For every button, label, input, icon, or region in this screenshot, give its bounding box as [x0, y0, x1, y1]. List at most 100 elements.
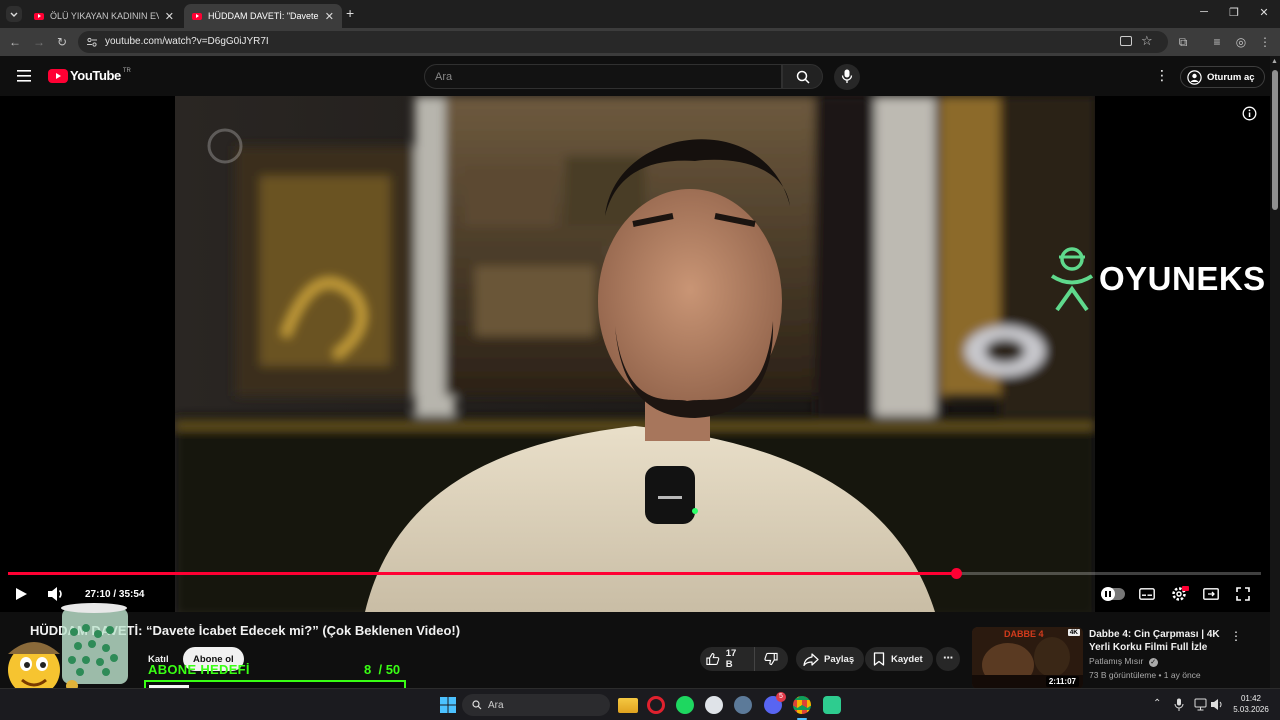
discord-icon[interactable]: 5	[764, 692, 786, 714]
browser-toolbar: ← → ↻ youtube.com/watch?v=D6gG0iJYR7I ☆ …	[0, 28, 1280, 56]
miniplayer-button[interactable]	[1203, 582, 1219, 606]
progress-bar[interactable]	[8, 568, 1261, 579]
voice-search-button[interactable]	[834, 64, 860, 90]
browser-tab-2[interactable]: HÜDDAM DAVETİ: "Davete İcab ✕	[184, 4, 342, 28]
share-button[interactable]: Paylaş	[796, 647, 865, 671]
back-icon[interactable]: ←	[7, 34, 23, 50]
subtitles-icon	[1139, 588, 1155, 600]
cast-icon[interactable]	[1120, 36, 1132, 46]
minimize-button[interactable]: ─	[1194, 6, 1214, 18]
search-icon	[796, 70, 810, 84]
thumbs-down-icon	[764, 652, 778, 666]
show-hidden-icons-icon[interactable]: ⌃	[1153, 698, 1161, 709]
taskbar-search[interactable]: Ara	[462, 694, 610, 716]
address-bar[interactable]: youtube.com/watch?v=D6gG0iJYR7I ☆	[78, 31, 1168, 53]
file-explorer-icon[interactable]	[618, 698, 638, 713]
scrollbar-thumb[interactable]	[1272, 70, 1278, 210]
clock-date: 5.03.2026	[1233, 705, 1269, 714]
subscriber-goal-label: ABONE HEDEFİ	[148, 662, 250, 677]
more-options-icon[interactable]: ⋮	[1155, 67, 1169, 84]
system-clock[interactable]: 01:42 5.03.2026	[1230, 693, 1272, 715]
video-frame[interactable]	[175, 96, 1095, 612]
url-text: youtube.com/watch?v=D6gG0iJYR7I	[105, 36, 269, 47]
sign-in-label: Oturum aç	[1207, 71, 1255, 83]
youtube-logo[interactable]: YouTube TR	[48, 68, 131, 83]
suggested-more-icon[interactable]: ⋮	[1230, 629, 1242, 643]
hamburger-menu-icon[interactable]	[17, 70, 31, 82]
like-button[interactable]: 17 B	[700, 647, 754, 671]
app-icon[interactable]	[823, 696, 841, 714]
save-button[interactable]: Kaydet	[865, 647, 933, 671]
forward-icon[interactable]: →	[31, 34, 47, 50]
suggested-channel-name[interactable]: Patlamış Mısır ✓	[1089, 656, 1158, 667]
search-input[interactable]	[425, 65, 765, 88]
verified-check-icon: ✓	[1148, 658, 1158, 667]
spotify-icon[interactable]	[676, 696, 694, 714]
suggested-video-thumbnail[interactable]: DABBE 4 4K 2:11:07	[972, 627, 1083, 689]
close-window-button[interactable]: ✕	[1254, 6, 1274, 19]
restore-button[interactable]: ❐	[1224, 6, 1244, 19]
video-player[interactable]: OYUNEKS 27:10 / 35:54	[0, 96, 1270, 612]
time-text: 27:10 / 35:54	[85, 588, 145, 600]
tab-search-button[interactable]	[6, 6, 22, 22]
play-icon	[16, 588, 27, 600]
more-actions-button[interactable]: ···	[936, 647, 960, 671]
steam-icon[interactable]	[705, 696, 723, 714]
search-icon	[472, 700, 482, 710]
page-scrollbar[interactable]: ▲	[1270, 56, 1280, 688]
youtube-play-logo-icon	[48, 68, 68, 83]
share-label: Paylaş	[824, 653, 855, 665]
reload-icon[interactable]: ↻	[54, 34, 70, 50]
subtitles-button[interactable]	[1139, 582, 1155, 606]
youtube-wordmark: YouTube	[70, 68, 121, 83]
suggested-video-title[interactable]: Dabbe 4: Cin Çarpması | 4K Yerli Korku F…	[1089, 628, 1235, 654]
chrome-icon[interactable]	[793, 696, 811, 714]
extensions-icon[interactable]: ⧉	[1175, 34, 1191, 50]
subscriber-goal-count: 8 / 50	[364, 662, 400, 677]
scroll-up-arrow-icon[interactable]: ▲	[1271, 58, 1278, 65]
info-icon[interactable]	[1242, 106, 1257, 121]
goal-current: 8	[364, 662, 372, 677]
gear-icon	[1172, 586, 1189, 601]
search-button[interactable]	[782, 64, 823, 89]
thumbnail-title-text: DABBE 4	[1004, 629, 1044, 639]
scrubber-handle[interactable]	[951, 568, 963, 579]
site-info-icon[interactable]	[86, 36, 98, 48]
settings-button[interactable]	[1171, 582, 1189, 606]
tab-close-icon[interactable]: ✕	[325, 10, 334, 23]
microphone-icon[interactable]	[1174, 698, 1184, 712]
account-circle-icon	[1187, 69, 1202, 85]
browser-tab-strip: ÖLÜ YIKAYAN KADININ EVİNE G ✕ HÜDDAM DAV…	[0, 0, 1280, 28]
windows-start-icon[interactable]	[440, 697, 456, 713]
app-icon[interactable]	[734, 696, 752, 714]
channel-name: Patlamış Mısır	[1089, 656, 1144, 666]
miniplayer-icon	[1203, 588, 1219, 600]
bookmark-icon	[873, 652, 885, 666]
media-control-icon[interactable]: ≡	[1209, 34, 1225, 50]
fullscreen-icon	[1236, 587, 1250, 601]
volume-icon	[48, 587, 62, 601]
suggested-video[interactable]: DABBE 4 4K 2:11:07 Dabbe 4: Cin Çarpması…	[972, 627, 1272, 689]
new-tab-button[interactable]: +	[346, 5, 354, 21]
browser-tab-1[interactable]: ÖLÜ YIKAYAN KADININ EVİNE G ✕	[26, 4, 182, 28]
autoplay-toggle[interactable]	[1101, 582, 1125, 606]
dislike-button[interactable]	[754, 647, 788, 671]
progress-played	[8, 572, 957, 575]
browser-menu-icon[interactable]: ⋮	[1257, 34, 1273, 50]
more-horizontal-icon: ···	[943, 649, 954, 665]
fullscreen-button[interactable]	[1236, 582, 1250, 606]
bookmark-star-icon[interactable]: ☆	[1141, 33, 1153, 49]
tab-title: HÜDDAM DAVETİ: "Davete İcab	[208, 11, 319, 21]
discord-notification-badge: 5	[776, 692, 786, 702]
video-duration: 2:11:07	[1045, 676, 1079, 687]
opera-icon[interactable]	[647, 696, 665, 714]
youtube-favicon-icon	[34, 12, 44, 20]
sign-in-button[interactable]: Oturum aç	[1180, 66, 1265, 88]
tab-close-icon[interactable]: ✕	[165, 10, 174, 23]
profile-icon[interactable]: ◎	[1233, 34, 1249, 50]
4k-badge: 4K	[1067, 629, 1080, 636]
region-code: TR	[122, 68, 131, 74]
network-icon[interactable]	[1194, 698, 1207, 711]
speaker-icon[interactable]	[1210, 698, 1224, 711]
chevron-down-icon	[10, 12, 18, 17]
